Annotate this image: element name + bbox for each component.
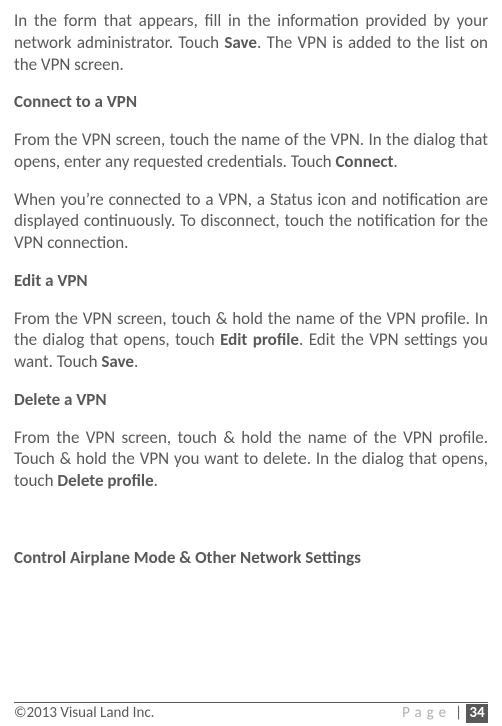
footer-page-number: 34 [466,704,488,723]
footer-copyright: ©2013 Visual Land Inc. [14,704,154,723]
text: . [154,470,158,491]
footer-page-label: Page [402,704,451,723]
paragraph-connect-2: When you’re connected to a VPN, a Status… [14,189,488,254]
paragraph-intro: In the form that appears, fill in the in… [14,10,488,75]
paragraph-edit: From the VPN screen, touch & hold the na… [14,308,488,373]
bold-save-2: Save [101,351,134,372]
bold-edit-profile: Edit profile [220,329,299,350]
paragraph-connect-1: From the VPN screen, touch the name of t… [14,129,488,173]
footer-page-sep: | [455,704,462,723]
heading-connect-vpn: Connect to a VPN [14,91,488,113]
text: . [393,151,397,172]
heading-edit-vpn: Edit a VPN [14,270,488,292]
footer-page: Page | 34 [402,704,488,723]
text: From the VPN screen, touch the name of t… [14,129,488,172]
bold-delete-profile: Delete profile [57,470,153,491]
heading-airplane-mode: Control Airplane Mode & Other Network Se… [14,547,488,569]
bold-connect: Connect [335,151,393,172]
text: . [134,351,138,372]
paragraph-delete: From the VPN screen, touch & hold the na… [14,427,488,492]
heading-delete-vpn: Delete a VPN [14,389,488,411]
bold-save: Save [224,32,257,53]
page-footer: ©2013 Visual Land Inc. Page | 34 [14,702,488,723]
